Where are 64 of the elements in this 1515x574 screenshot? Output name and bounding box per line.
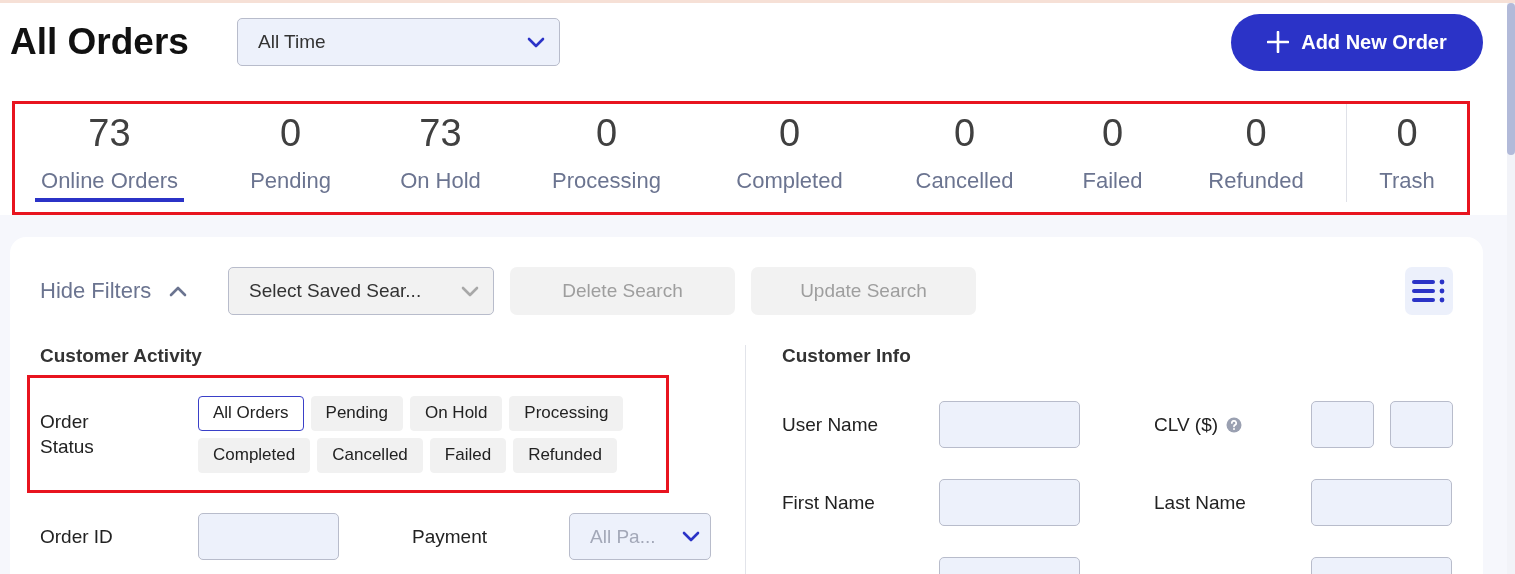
status-label[interactable]: Completed [730, 168, 849, 202]
chevron-icon [169, 285, 188, 297]
status-count: 0 [778, 111, 801, 156]
status-chip[interactable]: Completed [198, 437, 311, 473]
max-field[interactable] [1390, 401, 1453, 448]
status-tab[interactable]: 0 Refunded [1165, 104, 1346, 202]
date-select[interactable]: All Time [237, 18, 560, 66]
field-label: Payment [412, 524, 488, 549]
status-count: 73 [88, 111, 131, 156]
status-label[interactable]: On Hold [394, 168, 487, 202]
field-label: Last Name [1154, 490, 1247, 515]
status-label[interactable]: Pending [244, 168, 337, 202]
chevron-down-icon [461, 285, 479, 297]
status-tab[interactable]: 0 Completed [709, 104, 869, 202]
status-count: 0 [1101, 111, 1124, 156]
field-label: User Name [782, 412, 880, 437]
field-label: CLV ($) [1154, 401, 1311, 448]
column-menu-button[interactable] [1405, 267, 1453, 315]
text-field[interactable] [1311, 479, 1452, 526]
plus-icon [1267, 31, 1290, 53]
status-chip[interactable]: Refunded [513, 437, 617, 473]
help-icon[interactable] [1226, 416, 1243, 433]
section-title: Customer Info [782, 345, 912, 368]
status-chip[interactable]: Pending [310, 395, 403, 431]
status-count: 0 [279, 111, 302, 156]
saved-search-select[interactable]: Select Saved Sear... [228, 267, 494, 315]
text-field[interactable] [939, 479, 1080, 526]
status-tab[interactable]: 0 Failed [1059, 104, 1165, 202]
status-count: 0 [1396, 111, 1418, 156]
chevron-down-icon [682, 531, 700, 542]
field-label: Order Status [40, 410, 95, 459]
status-label[interactable]: Refunded [1202, 168, 1310, 202]
status-tab[interactable]: 73 Online Orders [15, 104, 203, 202]
status-tab[interactable]: 0 Processing [503, 104, 709, 202]
status-chip[interactable]: Failed [429, 437, 507, 473]
status-count: 0 [1245, 111, 1267, 156]
status-label[interactable]: Processing [546, 168, 667, 202]
status-chip[interactable]: All Orders [198, 395, 304, 431]
text-field[interactable] [198, 513, 339, 560]
status-tab[interactable]: 0 Pending [203, 104, 377, 202]
field-label: Order ID [40, 524, 114, 549]
text-field[interactable] [939, 401, 1080, 448]
status-count: 0 [953, 111, 976, 156]
min-field[interactable] [1311, 401, 1374, 448]
hide-filters-toggle[interactable]: Hide Filters [40, 278, 228, 304]
status-count: 0 [595, 111, 618, 156]
status-label[interactable]: Online Orders [35, 168, 184, 202]
status-count: 73 [419, 111, 462, 156]
add-order-button[interactable]: Add New Order [1231, 13, 1483, 71]
scrollbar[interactable] [1507, 3, 1515, 574]
status-label[interactable]: Failed [1076, 168, 1149, 202]
chevron-down-icon [527, 36, 545, 48]
status-label[interactable]: Trash [1373, 168, 1441, 202]
status-tab[interactable]: 0 Trash [1346, 104, 1467, 202]
status-chip[interactable]: Processing [509, 395, 624, 431]
field-label: First Name [782, 490, 876, 515]
status-tab[interactable]: 0 Cancelled [869, 104, 1059, 202]
list-icon [1412, 279, 1446, 303]
status-label[interactable]: Cancelled [909, 168, 1020, 202]
status-chip[interactable]: On Hold [409, 395, 503, 431]
section-title: Customer Activity [40, 345, 203, 368]
page-title: All Orders [10, 21, 190, 63]
status-chip[interactable]: Cancelled [317, 437, 423, 473]
status-tab[interactable]: 73 On Hold [377, 104, 503, 202]
